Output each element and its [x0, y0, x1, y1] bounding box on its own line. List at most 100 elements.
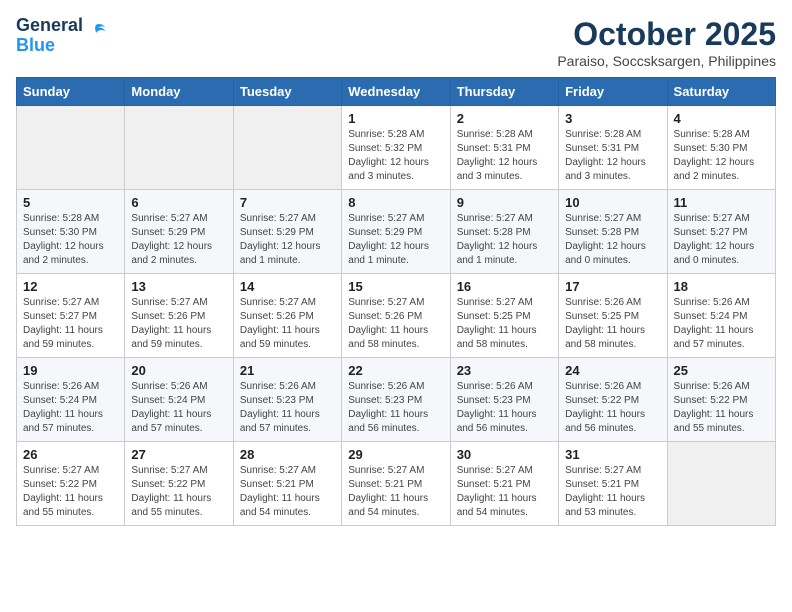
day-info: Sunrise: 5:26 AMSunset: 5:24 PMDaylight:…: [131, 380, 226, 436]
calendar-week-row: 5Sunrise: 5:28 AMSunset: 5:30 PMDaylight…: [17, 190, 776, 274]
weekday-header-tuesday: Tuesday: [233, 78, 341, 106]
day-info: Sunrise: 5:27 AMSunset: 5:28 PMDaylight:…: [457, 212, 552, 268]
weekday-header-row: SundayMondayTuesdayWednesdayThursdayFrid…: [17, 78, 776, 106]
day-info: Sunrise: 5:27 AMSunset: 5:22 PMDaylight:…: [23, 464, 118, 520]
day-info: Sunrise: 5:27 AMSunset: 5:25 PMDaylight:…: [457, 296, 552, 352]
calendar-table: SundayMondayTuesdayWednesdayThursdayFrid…: [16, 77, 776, 526]
day-number: 19: [23, 363, 118, 378]
day-number: 3: [565, 111, 660, 126]
calendar-cell: 24Sunrise: 5:26 AMSunset: 5:22 PMDayligh…: [559, 358, 667, 442]
day-number: 14: [240, 279, 335, 294]
day-info: Sunrise: 5:28 AMSunset: 5:31 PMDaylight:…: [565, 128, 660, 184]
weekday-header-wednesday: Wednesday: [342, 78, 450, 106]
location-subtitle: Paraiso, Soccsksargen, Philippines: [557, 53, 776, 69]
day-info: Sunrise: 5:26 AMSunset: 5:25 PMDaylight:…: [565, 296, 660, 352]
day-number: 27: [131, 447, 226, 462]
calendar-cell: 10Sunrise: 5:27 AMSunset: 5:28 PMDayligh…: [559, 190, 667, 274]
calendar-week-row: 19 Sunrise: 5:26 AMSunset: 5:24 PMDayligh…: [17, 358, 776, 442]
day-number: 2: [457, 111, 552, 126]
day-info: Sunrise: 5:26 AMSunset: 5:24 PMDaylight:…: [674, 296, 769, 352]
day-number: 18: [674, 279, 769, 294]
day-info: Sunrise: 5:28 AMSunset: 5:30 PMDaylight:…: [23, 212, 118, 268]
calendar-cell: [125, 106, 233, 190]
day-info: Sunrise: 5:27 AMSunset: 5:27 PMDaylight:…: [23, 296, 118, 352]
calendar-cell: 4Sunrise: 5:28 AMSunset: 5:30 PMDaylight…: [667, 106, 775, 190]
day-number: 30: [457, 447, 552, 462]
logo: GeneralBlue: [16, 16, 107, 56]
page-header: GeneralBlue October 2025 Paraiso, Soccsk…: [16, 16, 776, 69]
day-info: Sunrise: 5:27 AMSunset: 5:22 PMDaylight:…: [131, 464, 226, 520]
calendar-cell: [233, 106, 341, 190]
calendar-cell: 20 Sunrise: 5:26 AMSunset: 5:24 PMDayligh…: [125, 358, 233, 442]
calendar-cell: 31Sunrise: 5:27 AMSunset: 5:21 PMDayligh…: [559, 442, 667, 526]
day-info: Sunrise: 5:26 AMSunset: 5:23 PMDaylight:…: [348, 380, 443, 436]
logo-blue: Blue: [16, 35, 55, 55]
day-number: 28: [240, 447, 335, 462]
day-number: 21: [240, 363, 335, 378]
day-number: 31: [565, 447, 660, 462]
calendar-cell: 19 Sunrise: 5:26 AMSunset: 5:24 PMDayligh…: [17, 358, 125, 442]
calendar-cell: 23 Sunrise: 5:26 AMSunset: 5:23 PMDayligh…: [450, 358, 558, 442]
weekday-header-friday: Friday: [559, 78, 667, 106]
calendar-cell: 6 Sunrise: 5:27 AMSunset: 5:29 PMDaylight…: [125, 190, 233, 274]
day-number: 22: [348, 363, 443, 378]
day-number: 12: [23, 279, 118, 294]
weekday-header-thursday: Thursday: [450, 78, 558, 106]
day-info: Sunrise: 5:27 AMSunset: 5:28 PMDaylight:…: [565, 212, 660, 268]
calendar-cell: 8 Sunrise: 5:27 AMSunset: 5:29 PMDaylight…: [342, 190, 450, 274]
day-info: Sunrise: 5:27 AMSunset: 5:21 PMDaylight:…: [348, 464, 443, 520]
day-info: Sunrise: 5:26 AMSunset: 5:23 PMDaylight:…: [457, 380, 552, 436]
calendar-cell: 16 Sunrise: 5:27 AMSunset: 5:25 PMDayligh…: [450, 274, 558, 358]
calendar-cell: [17, 106, 125, 190]
calendar-cell: 27 Sunrise: 5:27 AMSunset: 5:22 PMDayligh…: [125, 442, 233, 526]
day-number: 15: [348, 279, 443, 294]
calendar-cell: 15 Sunrise: 5:27 AMSunset: 5:26 PMDayligh…: [342, 274, 450, 358]
day-number: 23: [457, 363, 552, 378]
day-info: Sunrise: 5:26 AMSunset: 5:24 PMDaylight:…: [23, 380, 118, 436]
day-info: Sunrise: 5:26 AMSunset: 5:22 PMDaylight:…: [674, 380, 769, 436]
day-number: 20: [131, 363, 226, 378]
day-number: 6: [131, 195, 226, 210]
day-info: Sunrise: 5:28 AMSunset: 5:32 PMDaylight:…: [348, 128, 443, 184]
calendar-cell: 9 Sunrise: 5:27 AMSunset: 5:28 PMDaylight…: [450, 190, 558, 274]
day-info: Sunrise: 5:27 AMSunset: 5:27 PMDaylight:…: [674, 212, 769, 268]
day-info: Sunrise: 5:27 AMSunset: 5:29 PMDaylight:…: [131, 212, 226, 268]
day-info: Sunrise: 5:27 AMSunset: 5:21 PMDaylight:…: [240, 464, 335, 520]
weekday-header-sunday: Sunday: [17, 78, 125, 106]
calendar-cell: 7 Sunrise: 5:27 AMSunset: 5:29 PMDaylight…: [233, 190, 341, 274]
logo-bird-icon: [85, 21, 107, 43]
calendar-week-row: 1 Sunrise: 5:28 AMSunset: 5:32 PMDaylight…: [17, 106, 776, 190]
day-info: Sunrise: 5:28 AMSunset: 5:31 PMDaylight:…: [457, 128, 552, 184]
month-title: October 2025: [557, 16, 776, 53]
weekday-header-saturday: Saturday: [667, 78, 775, 106]
day-info: Sunrise: 5:27 AMSunset: 5:29 PMDaylight:…: [240, 212, 335, 268]
day-number: 17: [565, 279, 660, 294]
day-number: 25: [674, 363, 769, 378]
calendar-cell: 26Sunrise: 5:27 AMSunset: 5:22 PMDayligh…: [17, 442, 125, 526]
day-info: Sunrise: 5:26 AMSunset: 5:23 PMDaylight:…: [240, 380, 335, 436]
calendar-cell: 30 Sunrise: 5:27 AMSunset: 5:21 PMDayligh…: [450, 442, 558, 526]
day-info: Sunrise: 5:27 AMSunset: 5:26 PMDaylight:…: [348, 296, 443, 352]
day-number: 9: [457, 195, 552, 210]
day-number: 13: [131, 279, 226, 294]
calendar-cell: 14Sunrise: 5:27 AMSunset: 5:26 PMDayligh…: [233, 274, 341, 358]
calendar-cell: 25 Sunrise: 5:26 AMSunset: 5:22 PMDayligh…: [667, 358, 775, 442]
day-number: 16: [457, 279, 552, 294]
calendar-cell: 11 Sunrise: 5:27 AMSunset: 5:27 PMDayligh…: [667, 190, 775, 274]
day-info: Sunrise: 5:27 AMSunset: 5:26 PMDaylight:…: [131, 296, 226, 352]
day-number: 8: [348, 195, 443, 210]
calendar-cell: 28 Sunrise: 5:27 AMSunset: 5:21 PMDayligh…: [233, 442, 341, 526]
calendar-cell: 3 Sunrise: 5:28 AMSunset: 5:31 PMDaylight…: [559, 106, 667, 190]
calendar-cell: 22 Sunrise: 5:26 AMSunset: 5:23 PMDayligh…: [342, 358, 450, 442]
calendar-cell: 5Sunrise: 5:28 AMSunset: 5:30 PMDaylight…: [17, 190, 125, 274]
day-number: 7: [240, 195, 335, 210]
day-number: 1: [348, 111, 443, 126]
day-number: 11: [674, 195, 769, 210]
day-number: 24: [565, 363, 660, 378]
weekday-header-monday: Monday: [125, 78, 233, 106]
day-info: Sunrise: 5:27 AMSunset: 5:29 PMDaylight:…: [348, 212, 443, 268]
calendar-cell: 13 Sunrise: 5:27 AMSunset: 5:26 PMDayligh…: [125, 274, 233, 358]
calendar-week-row: 26Sunrise: 5:27 AMSunset: 5:22 PMDayligh…: [17, 442, 776, 526]
day-info: Sunrise: 5:27 AMSunset: 5:21 PMDaylight:…: [457, 464, 552, 520]
calendar-cell: 2 Sunrise: 5:28 AMSunset: 5:31 PMDaylight…: [450, 106, 558, 190]
